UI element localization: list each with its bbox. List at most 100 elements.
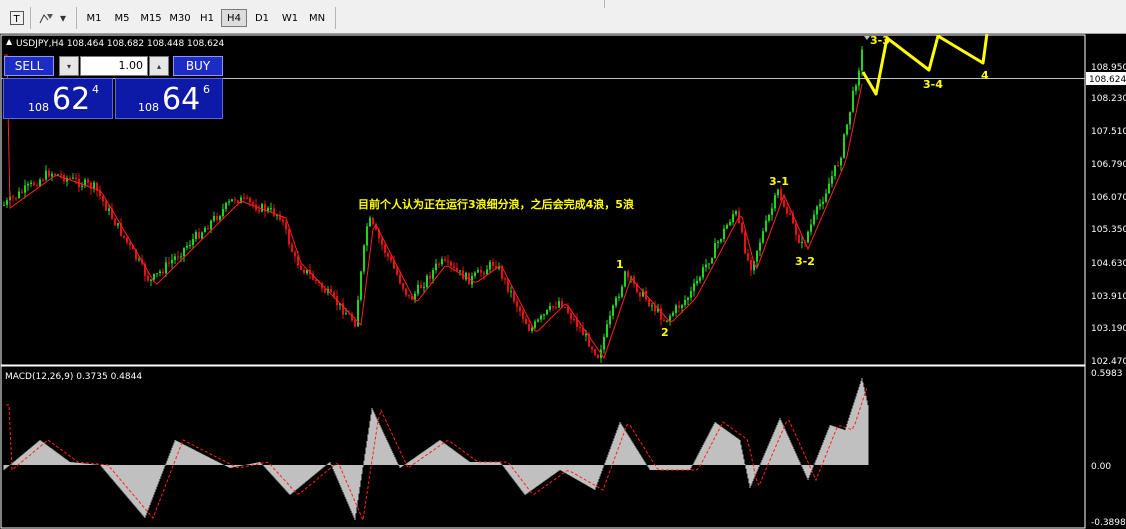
candle-body: [846, 124, 848, 135]
candle-body: [33, 182, 35, 186]
lot-size-input[interactable]: 1.00: [80, 56, 148, 76]
candle-body: [711, 258, 713, 264]
candle-body: [333, 292, 335, 297]
candle-body: [627, 271, 629, 278]
sell-price-box[interactable]: 108 62 4: [3, 78, 113, 119]
candle-body: [453, 266, 455, 268]
candle-body: [195, 232, 197, 239]
candle-body: [162, 271, 164, 274]
wave-label: 3-4: [923, 78, 943, 91]
candle-body: [408, 294, 410, 296]
candle-body: [522, 311, 524, 319]
timeframe-h4[interactable]: H4: [221, 9, 247, 27]
candle-body: [114, 218, 116, 226]
candle-body: [750, 260, 752, 271]
timeframe-mn[interactable]: MN: [305, 9, 329, 27]
timeframe-d1[interactable]: D1: [250, 9, 274, 27]
candle-body: [732, 214, 734, 223]
candle-body: [363, 245, 365, 272]
candle-body: [840, 157, 842, 166]
candle-body: [756, 250, 758, 262]
timeframe-m1[interactable]: M1: [82, 9, 106, 27]
candle-body: [231, 199, 233, 202]
sell-button[interactable]: SELL: [4, 56, 54, 76]
candle-body: [402, 283, 404, 289]
candle-body: [813, 214, 815, 225]
timeframe-w1[interactable]: W1: [278, 9, 302, 27]
candle-body: [549, 305, 551, 310]
candle-body: [156, 273, 158, 275]
candle-body: [483, 272, 485, 275]
candle-body: [693, 283, 695, 292]
candle-body: [729, 222, 731, 225]
candle-body: [222, 209, 224, 217]
candle-body: [681, 304, 683, 309]
toolbar-separator: [604, 0, 605, 8]
candle-body: [3, 204, 5, 206]
timeframe-m5[interactable]: M5: [110, 9, 134, 27]
candle-body: [57, 174, 59, 176]
candle-body: [225, 202, 227, 210]
candle-body: [42, 179, 44, 181]
candle-body: [705, 264, 707, 268]
timeframe-m30[interactable]: M30: [166, 9, 194, 27]
candle-body: [30, 182, 32, 184]
candle-body: [369, 217, 371, 227]
candle-body: [219, 216, 221, 220]
candle-body: [684, 300, 686, 305]
candle-body: [564, 306, 566, 308]
candle-body: [771, 208, 773, 215]
buy-price-prefix: 108: [138, 101, 159, 114]
candle-body: [87, 179, 89, 183]
candle-body: [516, 301, 518, 307]
price-tick: 107.510: [1091, 127, 1126, 137]
toolbar-separator: [30, 7, 31, 29]
shapes-icon[interactable]: [36, 9, 58, 27]
candle-body: [669, 315, 671, 321]
timeframe-m15[interactable]: M15: [137, 9, 165, 27]
lot-increase-button[interactable]: ▴: [149, 56, 169, 76]
candle-body: [210, 220, 212, 230]
candle-body: [546, 309, 548, 315]
timeframe-h1[interactable]: H1: [195, 9, 219, 27]
lot-size-value: 1.00: [118, 59, 144, 72]
candle-body: [234, 199, 236, 201]
candle-body: [174, 256, 176, 260]
chevron-down-icon[interactable]: ▾: [58, 9, 68, 27]
text-cursor-icon[interactable]: T: [8, 9, 26, 27]
wave-label: 2: [661, 326, 669, 339]
candle-body: [609, 315, 611, 325]
candle-body: [663, 319, 665, 321]
lot-decrease-button[interactable]: ▾: [59, 56, 79, 76]
current-price-label: 108.624: [1089, 75, 1126, 85]
buy-button[interactable]: BUY: [173, 56, 223, 76]
sell-price-pip: 4: [92, 83, 99, 96]
chart-header-arrow[interactable]: ▲: [6, 37, 13, 46]
candle-body: [639, 292, 641, 297]
candle-body: [108, 208, 110, 211]
candle-body: [825, 193, 827, 202]
candle-body: [345, 313, 347, 315]
candle-body: [297, 256, 299, 266]
buy-price-box[interactable]: 108 64 6: [115, 78, 223, 119]
candle-body: [36, 185, 38, 187]
candle-body: [177, 256, 179, 258]
candle-body: [198, 232, 200, 239]
candle-body: [648, 299, 650, 307]
candle-body: [696, 280, 698, 284]
candle-body: [777, 189, 779, 196]
candle-body: [489, 261, 491, 270]
candle-body: [552, 305, 554, 308]
candle-body: [189, 244, 191, 246]
candle-body: [228, 201, 230, 203]
candle-body: [519, 306, 521, 312]
candle-body: [216, 216, 218, 220]
macd-tick: 0.5983: [1091, 369, 1123, 379]
candle-body: [342, 303, 344, 315]
candle-body: [300, 265, 302, 270]
candle-body: [24, 185, 26, 193]
candle-body: [819, 204, 821, 207]
candle-body: [555, 307, 557, 309]
candle-body: [204, 227, 206, 233]
candle-body: [252, 202, 254, 205]
